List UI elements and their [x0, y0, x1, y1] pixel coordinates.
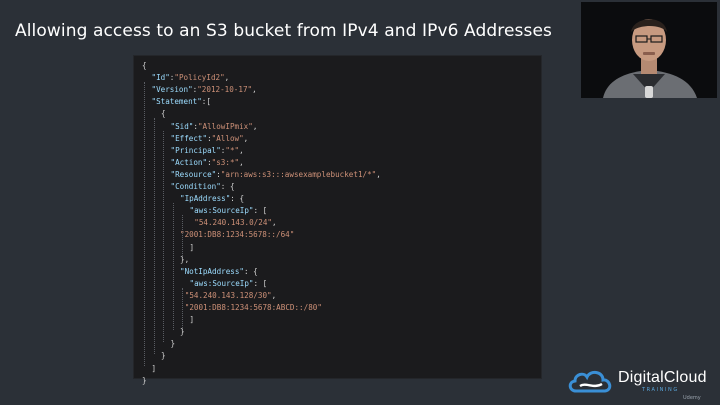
code-token: "54.240.143.0/24": [194, 218, 272, 228]
code-token: }: [170, 339, 176, 349]
code-token: "NotIpAddress": [180, 266, 245, 276]
code-token: ]: [189, 242, 195, 252]
code-token: "aws:SourceIp": [189, 206, 254, 216]
code-line: "aws:SourceIp": [: [190, 279, 268, 288]
code-line: ]: [190, 243, 195, 252]
code-token: {: [161, 109, 166, 119]
code-token: ,: [252, 85, 257, 95]
code-line: }: [180, 327, 185, 336]
code-line: "2001:DB8:1234:5678::/64": [180, 230, 294, 239]
code-token: }: [180, 327, 185, 337]
code-token: "2012-10-17": [197, 85, 253, 95]
code-token: :[: [201, 97, 211, 107]
code-token: "Statement": [151, 97, 202, 107]
code-token: "2001:DB8:1234:5678:ABCD::/80": [184, 303, 322, 312]
code-token: {: [142, 61, 147, 70]
code-token: "*": [225, 145, 240, 155]
cloud-logo-icon: [568, 371, 612, 393]
code-token: ,: [376, 169, 381, 179]
code-token: ,: [271, 218, 277, 228]
code-line: "Effect":"Allow",: [171, 134, 249, 143]
code-panel: { "Id":"PolicyId2", "Version":"2012-10-17"…: [133, 55, 542, 385]
code-line: "2001:DB8:1234:5678:ABCD::/80": [185, 303, 322, 312]
code-token: "Condition": [170, 182, 221, 191]
code-token: "54.240.143.128/30": [184, 290, 272, 300]
code-token: "Action": [170, 157, 208, 167]
code-token: : [: [253, 206, 268, 216]
code-line: "Sid":"AllowIPmix",: [171, 122, 258, 131]
indent-guide: [153, 118, 155, 355]
code-token: "Resource": [170, 169, 217, 179]
code-token: ]: [151, 363, 157, 373]
code-token: ,: [239, 145, 244, 155]
code-line: "Statement":[: [152, 97, 211, 106]
code-line: "NotIpAddress": {: [180, 267, 258, 276]
indent-guide: [172, 203, 174, 331]
indent-guide: [182, 287, 183, 331]
code-line: ]: [152, 364, 157, 373]
code-token: "IpAddress": [180, 194, 231, 204]
code-token: "Effect": [170, 133, 208, 143]
code-token: "Allow": [211, 133, 244, 143]
code-line: "Condition": {: [171, 182, 235, 191]
code-line: },: [180, 255, 189, 264]
code-token: ,: [252, 121, 258, 131]
code-token: "2001:DB8:1234:5678::/64": [180, 230, 295, 240]
code-line: "Resource":"arn:aws:s3:::awsexamplebucke…: [171, 170, 381, 179]
code-line: }: [171, 339, 176, 348]
code-token: "Principal": [170, 145, 221, 155]
indent-guide: [163, 130, 164, 343]
code-token: "Id": [151, 73, 170, 83]
code-token: ,: [271, 290, 277, 300]
presenter-webcam: [581, 2, 717, 98]
code-token: "Sid": [170, 121, 194, 131]
code-token: : {: [244, 266, 258, 276]
code-token: "PolicyId2": [174, 73, 225, 83]
logo-wordmark: DigitalCloud: [618, 369, 707, 386]
code-line: ]: [190, 315, 195, 324]
slide-title: Allowing access to an S3 bucket from IPv…: [15, 21, 552, 41]
code-token: }: [161, 351, 166, 361]
code-line: "54.240.143.0/24",: [194, 218, 276, 227]
code-token: "AllowIPmix": [197, 121, 253, 131]
code-token: : {: [230, 194, 245, 204]
code-line: "Action":"s3:*",: [171, 158, 244, 167]
code-line: "54.240.143.128/30",: [185, 291, 276, 300]
code-token: ,: [224, 73, 230, 83]
code-line: "Principal":"*",: [171, 146, 244, 155]
logo-tagline: TRAINING: [642, 387, 679, 393]
udemy-watermark: Udemy: [683, 395, 701, 401]
code-token: ]: [189, 315, 195, 325]
code-token: "aws:SourceIp": [189, 278, 254, 288]
code-line: }: [161, 351, 166, 360]
code-token: }: [142, 375, 147, 385]
code-line: {: [161, 109, 166, 118]
code-token: },: [180, 254, 190, 264]
code-token: ,: [239, 157, 244, 167]
code-token: "Version": [151, 85, 193, 95]
code-line: {: [142, 61, 147, 70]
indent-guide: [144, 82, 145, 367]
code-token: "arn:aws:s3:::awsexamplebucket1/*": [220, 169, 377, 179]
code-line: }: [142, 376, 147, 385]
code-line: "IpAddress": {: [180, 194, 244, 203]
code-line: "aws:SourceIp": [: [190, 206, 268, 215]
code-token: : {: [220, 182, 235, 191]
code-line: "Version":"2012-10-17",: [152, 85, 257, 94]
code-token: : [: [253, 278, 268, 288]
code-token: ,: [243, 133, 249, 143]
code-line: "Id":"PolicyId2",: [152, 73, 230, 82]
code-token: "s3:*": [211, 157, 240, 167]
